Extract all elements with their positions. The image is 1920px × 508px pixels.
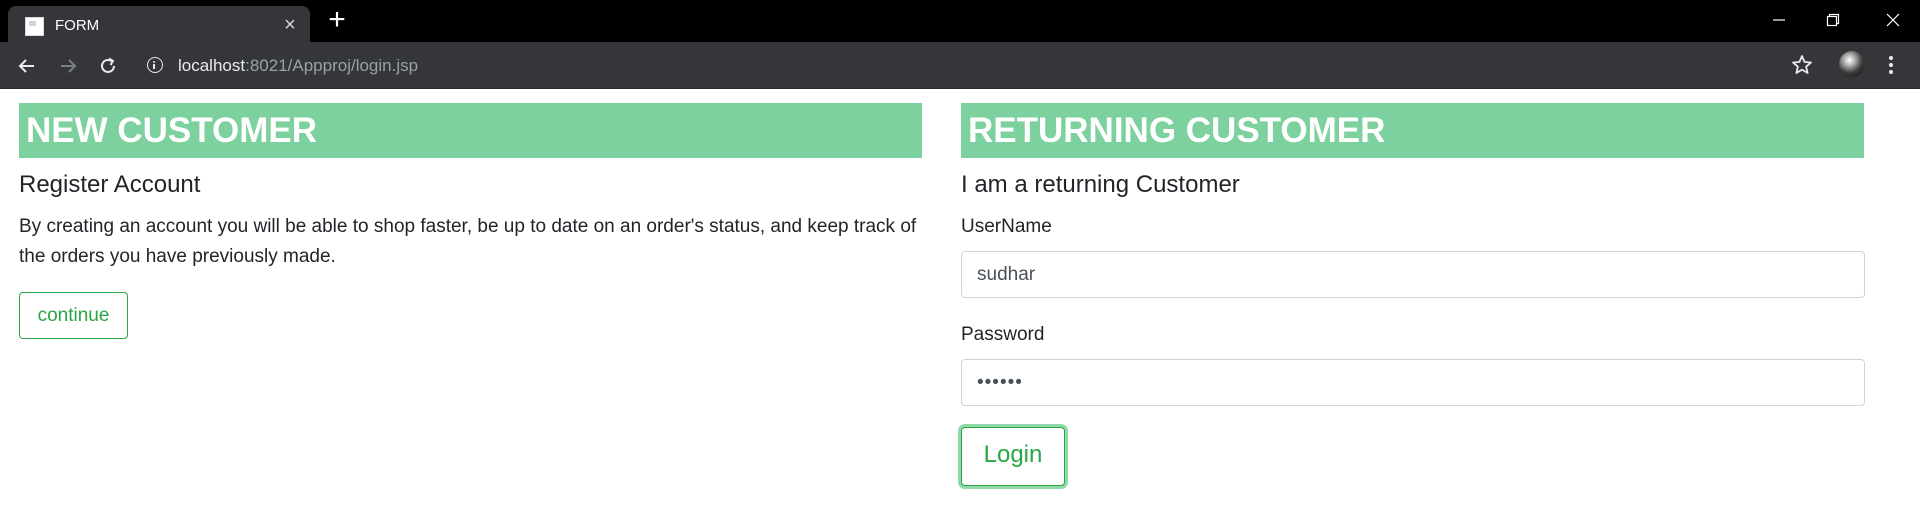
profile-avatar[interactable] xyxy=(1839,51,1865,77)
window-restore-icon[interactable] xyxy=(1806,0,1860,40)
tab-strip: FORM × + xyxy=(0,0,1920,42)
reload-icon[interactable] xyxy=(94,52,122,80)
returning-customer-heading: RETURNING CUSTOMER xyxy=(961,103,1864,158)
continue-button[interactable]: continue xyxy=(19,292,128,339)
page-content: NEW CUSTOMER Register Account By creatin… xyxy=(0,90,1920,508)
username-label: UserName xyxy=(961,216,1052,237)
returning-customer-title: I am a returning Customer xyxy=(961,171,1240,198)
browser-menu-icon[interactable] xyxy=(1883,52,1899,78)
register-account-title: Register Account xyxy=(19,171,201,198)
window-minimize-icon[interactable] xyxy=(1752,0,1806,40)
url-path: :8021/Appproj/login.jsp xyxy=(245,56,419,75)
tab-close-icon[interactable]: × xyxy=(279,14,301,36)
back-arrow-icon[interactable] xyxy=(13,52,41,80)
window-close-icon[interactable] xyxy=(1866,0,1920,40)
password-label: Password xyxy=(961,324,1045,345)
page-favicon-icon xyxy=(25,17,44,36)
tab-title: FORM xyxy=(55,17,100,34)
address-bar[interactable]: localhost:8021/Appproj/login.jsp xyxy=(134,48,1784,83)
site-info-icon[interactable] xyxy=(147,57,163,73)
browser-tab[interactable]: FORM × xyxy=(8,6,310,42)
register-description: By creating an account you will be able … xyxy=(19,216,917,267)
url-text[interactable]: localhost:8021/Appproj/login.jsp xyxy=(178,56,418,76)
browser-toolbar: localhost:8021/Appproj/login.jsp xyxy=(0,42,1920,89)
new-tab-icon[interactable]: + xyxy=(322,5,352,36)
bookmark-star-icon[interactable] xyxy=(1789,52,1815,78)
url-host: localhost xyxy=(178,56,246,75)
password-input[interactable]: •••••• xyxy=(961,359,1865,406)
login-button[interactable]: Login xyxy=(961,427,1065,486)
new-customer-heading: NEW CUSTOMER xyxy=(19,103,922,158)
forward-arrow-icon[interactable] xyxy=(54,52,82,80)
username-input[interactable]: sudhar xyxy=(961,251,1865,298)
